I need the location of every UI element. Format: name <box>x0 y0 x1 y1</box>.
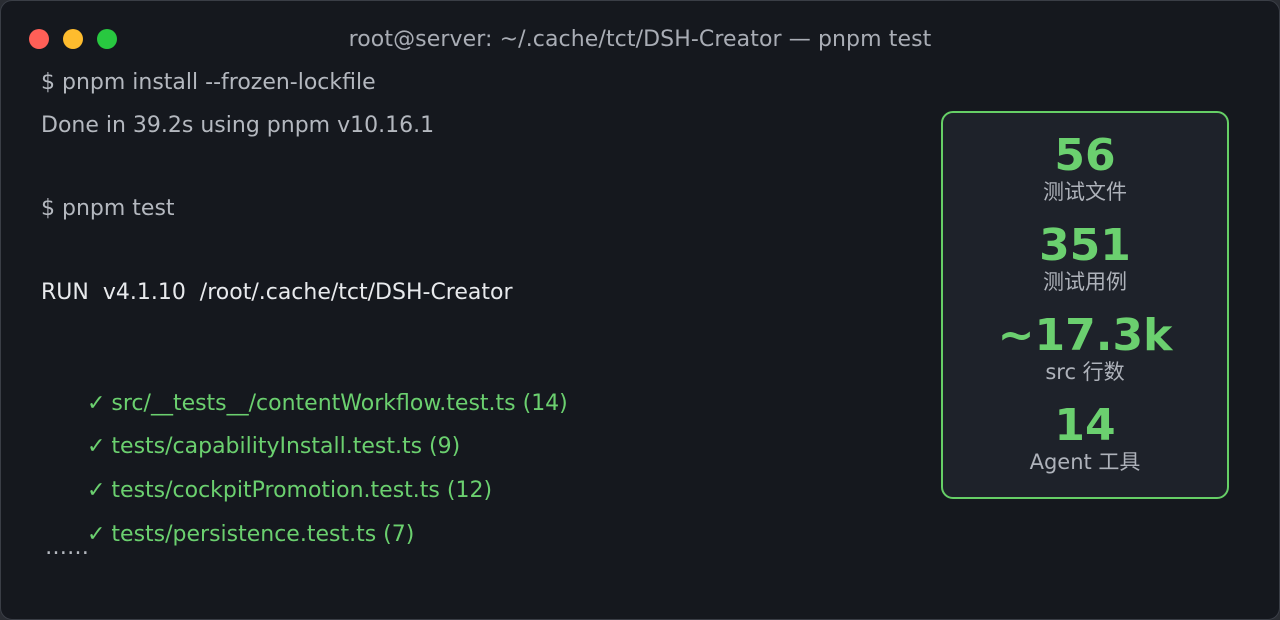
stat-value: 56 <box>1054 130 1116 181</box>
command-test: $ pnpm test <box>41 196 175 221</box>
test-pass-line: ✓ tests/persistence.test.ts (7) <box>45 496 414 574</box>
stat-agent-tools: 14 Agent 工具 <box>943 403 1227 475</box>
stats-panel: 56 测试文件 351 测试用例 ~17.3k src 行数 14 Agent … <box>941 111 1229 499</box>
test-file-name: tests/persistence.test.ts (7) <box>111 522 415 547</box>
stat-label: 测试用例 <box>1043 270 1127 294</box>
title-bar: root@server: ~/.cache/tct/DSH-Creator — … <box>1 1 1279 69</box>
window-title: root@server: ~/.cache/tct/DSH-Creator — … <box>348 27 932 52</box>
stat-value: 14 <box>1054 400 1116 451</box>
run-header: RUN v4.1.10 /root/.cache/tct/DSH-Creator <box>34 280 513 305</box>
stat-src-lines: ~17.3k src 行数 <box>943 313 1227 385</box>
stat-label: src 行数 <box>1045 360 1125 384</box>
install-result: Done in 39.2s using pnpm v10.16.1 <box>41 113 435 138</box>
stat-value: 351 <box>1039 220 1131 271</box>
truncated-output: …… <box>45 535 89 560</box>
command-install: $ pnpm install --frozen-lockfile <box>41 70 376 95</box>
stat-label: Agent 工具 <box>1029 450 1141 474</box>
stat-test-files: 56 测试文件 <box>943 133 1227 205</box>
stat-label: 测试文件 <box>1043 180 1127 204</box>
terminal-window: root@server: ~/.cache/tct/DSH-Creator — … <box>0 0 1280 620</box>
check-icon: ✓ <box>86 522 106 547</box>
stat-value: ~17.3k <box>997 310 1173 361</box>
stat-test-cases: 351 测试用例 <box>943 223 1227 295</box>
